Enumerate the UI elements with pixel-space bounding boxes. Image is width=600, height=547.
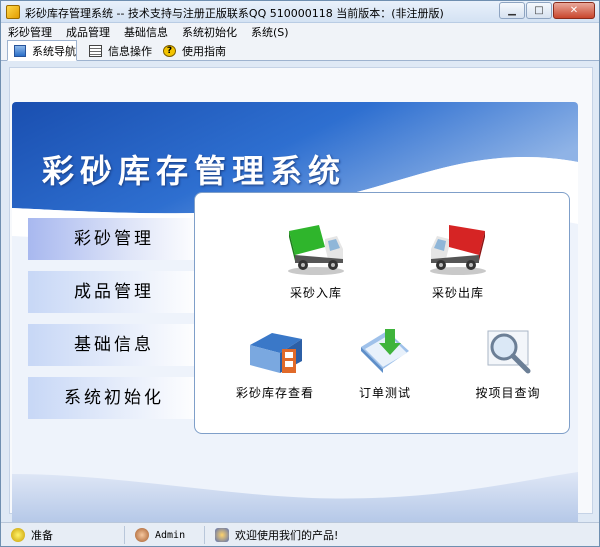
user-icon — [135, 528, 149, 542]
menu-bar: 彩砂管理 成品管理 基础信息 系统初始化 系统(S) — [1, 23, 599, 39]
status-user-text: Admin — [155, 529, 186, 541]
menu-item-system[interactable]: 系统(S) — [244, 23, 296, 39]
app-icon — [6, 5, 20, 19]
tab-bar: 系统导航 信息操作 ? 使用指南 — [1, 39, 599, 61]
status-user: Admin — [127, 526, 205, 544]
magnifier-icon — [487, 330, 531, 374]
status-bar: 准备 Admin 欢迎使用我们的产品! — [1, 522, 599, 546]
tab-label: 信息操作 — [108, 44, 152, 58]
status-welcome: 欢迎使用我们的产品! — [207, 526, 597, 544]
menu-item-product[interactable]: 成品管理 — [59, 23, 117, 39]
grid-icon — [89, 44, 102, 57]
lightbulb-icon — [11, 528, 25, 542]
warehouse-icon — [250, 333, 302, 373]
function-label: 按项目查询 — [475, 386, 541, 400]
document-download-icon — [361, 329, 409, 373]
side-item-basic-info[interactable]: 基础信息 — [28, 324, 200, 366]
query-by-project-button[interactable]: 按项目查询 — [463, 325, 553, 401]
side-item-product-management[interactable]: 成品管理 — [28, 271, 200, 313]
users-icon — [215, 528, 229, 542]
sand-inbound-button[interactable]: 采砂入库 — [275, 221, 357, 301]
help-icon: ? — [163, 44, 176, 57]
function-panel: 采砂入库 采砂出库 彩砂库存查看 订单测试 按项目查询 — [194, 192, 570, 434]
title-bar[interactable]: 彩砂库存管理系统 -- 技术支持与注册正版联系QQ 510000118 当前版本… — [1, 1, 599, 23]
navigation-icon — [14, 44, 26, 57]
status-ready: 准备 — [3, 526, 125, 544]
function-label: 彩砂库存查看 — [235, 386, 314, 400]
menu-item-sand[interactable]: 彩砂管理 — [1, 23, 59, 39]
red-truck-icon — [430, 225, 486, 275]
close-button[interactable]: ✕ — [553, 2, 595, 19]
window-controls: ▁ □ ✕ — [498, 2, 595, 19]
minimize-button[interactable]: ▁ — [499, 2, 525, 19]
tab-info-operation[interactable]: 信息操作 — [83, 40, 153, 61]
menu-item-init[interactable]: 系统初始化 — [175, 23, 244, 39]
order-test-button[interactable]: 订单测试 — [345, 325, 425, 401]
banner-title: 彩砂库存管理系统 — [42, 152, 347, 190]
status-ready-text: 准备 — [31, 529, 53, 542]
workspace: 彩砂库存管理系统 彩砂管理 成品管理 基础信息 系统初始化 采砂入库 采砂出库 … — [9, 67, 593, 536]
tab-system-navigation[interactable]: 系统导航 — [7, 40, 77, 61]
sand-outbound-button[interactable]: 采砂出库 — [417, 221, 499, 301]
function-label: 订单测试 — [358, 386, 411, 400]
green-truck-icon — [288, 225, 344, 275]
status-welcome-text: 欢迎使用我们的产品! — [235, 529, 339, 542]
tab-label: 使用指南 — [182, 44, 226, 58]
function-label: 采砂出库 — [431, 286, 484, 300]
tab-user-guide[interactable]: ? 使用指南 — [157, 40, 229, 61]
menu-item-basic-info[interactable]: 基础信息 — [117, 23, 175, 39]
maximize-button[interactable]: □ — [526, 2, 552, 19]
inventory-view-button[interactable]: 彩砂库存查看 — [225, 325, 325, 401]
window-title: 彩砂库存管理系统 -- 技术支持与注册正版联系QQ 510000118 当前版本… — [25, 7, 444, 20]
app-window: 彩砂库存管理系统 -- 技术支持与注册正版联系QQ 510000118 当前版本… — [0, 0, 600, 547]
side-item-sand-management[interactable]: 彩砂管理 — [28, 218, 200, 260]
tab-label: 系统导航 — [32, 44, 76, 58]
side-item-system-init[interactable]: 系统初始化 — [28, 377, 200, 419]
function-label: 采砂入库 — [289, 286, 342, 300]
